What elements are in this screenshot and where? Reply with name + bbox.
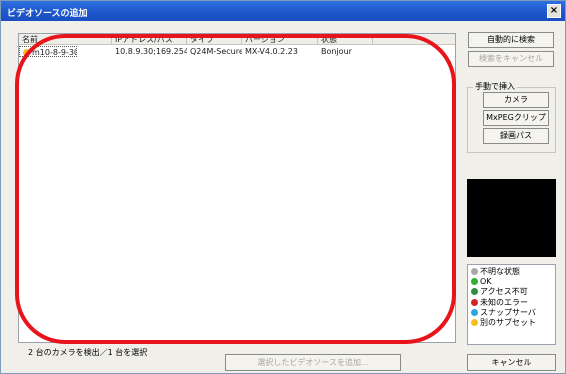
column-header-state[interactable]: 状態 [318, 34, 373, 45]
mxpeg-clip-button[interactable]: MxPEGクリップ [483, 110, 549, 126]
legend-item: 別のサブセット [471, 318, 552, 328]
legend-item: 未知のエラー [471, 298, 552, 308]
legend-dot-icon [471, 308, 478, 316]
camera-button[interactable]: カメラ [483, 92, 549, 108]
column-header-version[interactable]: バージョン [242, 34, 318, 45]
legend-item: アクセス不可 [471, 287, 552, 297]
recording-path-button[interactable]: 録画パス [483, 128, 549, 144]
table-row[interactable]: m10-8-9-30 10.8.9.30;169.254.... Q24M-Se… [19, 46, 455, 57]
cancel-button[interactable]: キャンセル [467, 354, 556, 371]
add-selected-button[interactable]: 選択したビデオソースを追加... [225, 354, 401, 371]
legend-dot-icon [471, 288, 478, 296]
cell-version: MX-V4.0.2.23 [245, 47, 298, 56]
add-video-source-dialog: ビデオソースの追加 × 名前 IPアドレス/パス タイプ バージョン 状態 m1… [0, 0, 566, 374]
legend-item: スナップサーバ [471, 308, 552, 318]
column-header-type[interactable]: タイプ [187, 34, 242, 45]
column-header-name[interactable]: 名前 [19, 34, 112, 45]
close-button[interactable]: × [547, 4, 561, 18]
auto-search-button[interactable]: 自動的に検索 [468, 32, 554, 48]
legend-dot-icon [471, 278, 478, 286]
status-dot-icon [23, 49, 30, 56]
video-source-list[interactable]: 名前 IPアドレス/パス タイプ バージョン 状態 m10-8-9-30 10.… [18, 33, 456, 343]
cancel-search-button[interactable]: 検索をキャンセル [468, 51, 554, 67]
legend-item: 不明な状態 [471, 267, 552, 277]
status-legend: 不明な状態 OK アクセス不可 未知のエラー スナップサーバ 別のサブセット [467, 264, 556, 345]
list-header: 名前 IPアドレス/パス タイプ バージョン 状態 [19, 34, 455, 45]
cell-state: Bonjour [321, 47, 352, 56]
legend-dot-icon [471, 268, 478, 275]
title-bar: ビデオソースの追加 × [1, 1, 565, 21]
cell-type: Q24M-Secure [190, 47, 242, 56]
camera-preview [467, 179, 556, 257]
cell-address: 10.8.9.30;169.254.... [115, 47, 187, 56]
window-title: ビデオソースの追加 [7, 9, 88, 19]
manual-insert-label: 手動で挿入 [473, 81, 517, 92]
cell-name: m10-8-9-30 [19, 46, 77, 57]
status-text: 2 台のカメラを検出／1 台を選択 [28, 348, 148, 357]
column-header-address[interactable]: IPアドレス/パス [112, 34, 187, 45]
legend-dot-icon [471, 318, 478, 326]
camera-name: m10-8-9-30 [32, 48, 77, 57]
legend-item: OK [471, 277, 552, 287]
legend-dot-icon [471, 298, 478, 306]
